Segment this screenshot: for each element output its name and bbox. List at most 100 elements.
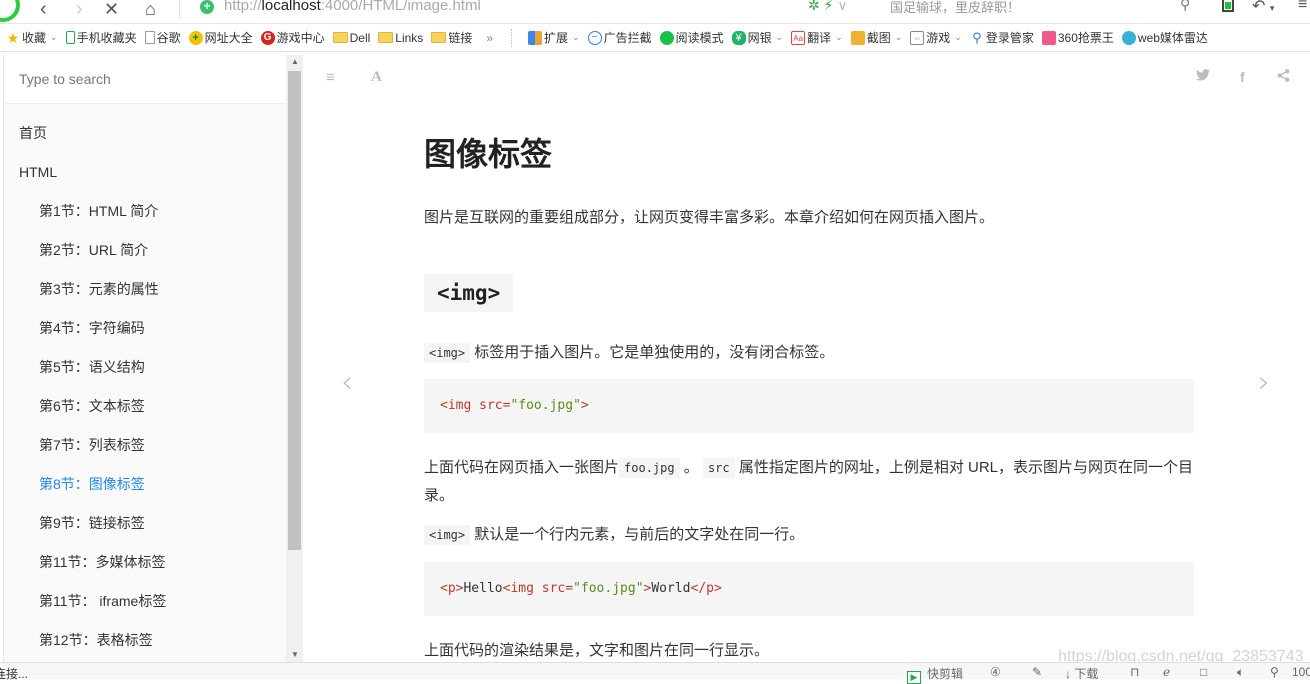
- bookmark-mobile[interactable]: 手机收藏夹: [65, 29, 137, 46]
- ext-adblock[interactable]: − 广告拦截: [587, 29, 652, 46]
- ext-label: 登录管家: [985, 31, 1034, 45]
- page-title: 图像标签: [424, 136, 553, 172]
- bookmark-label: 网址大全: [204, 31, 253, 45]
- sidebar: 首页 HTML 第1节：HTML 简介 第2节：URL 简介 第3节：元素的属性…: [3, 55, 287, 662]
- volume-icon[interactable]: 🔈︎: [1237, 665, 1244, 680]
- download-button[interactable]: ↓ 下载: [1065, 665, 1098, 682]
- ext-ticket[interactable]: 360抢票王: [1041, 29, 1114, 46]
- sidebar-item-ch5[interactable]: 第5节：语义结构: [4, 348, 286, 387]
- url-prefix: http://: [224, 0, 262, 14]
- bookmark-google[interactable]: 谷歌: [144, 29, 181, 46]
- ext-label: 阅读模式: [675, 31, 724, 45]
- bookmark-label: Links: [395, 30, 424, 45]
- ext-label: 扩展: [544, 31, 569, 45]
- sidebar-item-ch11-multimedia[interactable]: 第11节：多媒体标签: [4, 543, 286, 582]
- toc-toggle-icon[interactable]: ≡: [326, 69, 335, 86]
- chevron-down-icon: ⌄: [835, 32, 843, 42]
- ext-label: 游戏: [926, 31, 951, 45]
- chevron-down-icon: ⌄: [572, 32, 580, 42]
- zoom-icon[interactable]: ⚲: [1270, 665, 1279, 679]
- search-field[interactable]: 国足输球，里皮辞职！: [890, 0, 1020, 16]
- bookmarks-bar: ★ 收藏 ⌄ 手机收藏夹 谷歌 + 网址大全 G 游戏中心 Dell Links 链接 …: [0, 24, 1310, 52]
- folder-icon: [431, 32, 447, 43]
- ext-screenshot[interactable]: 截图 ⌄: [850, 29, 902, 46]
- search-input[interactable]: [4, 55, 286, 103]
- share-icon[interactable]: [1277, 69, 1290, 87]
- prev-page-arrow-icon[interactable]: ‹: [341, 365, 353, 400]
- inline-code: <img>: [424, 525, 471, 545]
- scroll-down-arrow-icon[interactable]: ▼: [287, 648, 303, 662]
- bookmark-links[interactable]: Links: [378, 31, 423, 45]
- search-icon[interactable]: ⚲: [1180, 0, 1190, 13]
- inline-code: <img>: [424, 343, 471, 363]
- browser-logo-icon[interactable]: [0, 0, 20, 22]
- ext-extensions[interactable]: 扩展 ⌄: [528, 29, 580, 46]
- radar-icon: [1121, 30, 1136, 45]
- home-button[interactable]: ⌂: [145, 0, 156, 21]
- back-button[interactable]: ‹: [40, 0, 47, 21]
- sidebar-item-ch9[interactable]: 第9节：链接标签: [4, 504, 286, 543]
- divider: [511, 28, 513, 47]
- browser-icon[interactable]: ℯ: [1163, 665, 1170, 679]
- twitter-icon[interactable]: [1196, 69, 1210, 84]
- sidebar-item-ch8[interactable]: 第8节：图像标签: [4, 465, 286, 504]
- tools-icon[interactable]: ✎: [1032, 665, 1042, 679]
- code-tag: </p>: [690, 581, 722, 596]
- ext-label: 网银: [747, 31, 772, 45]
- url-host: localhost: [261, 0, 321, 14]
- document-icon: [144, 31, 155, 44]
- sidebar-item-ch7[interactable]: 第7节：列表标签: [4, 426, 286, 465]
- sidebar-item-ch2[interactable]: 第2节：URL 简介: [4, 231, 286, 270]
- sidebar-item-home[interactable]: 首页: [4, 114, 286, 153]
- screenshot-icon: [850, 30, 865, 45]
- window-icon[interactable]: ⊓: [1130, 665, 1139, 679]
- undo-icon[interactable]: ↶ ▾: [1252, 0, 1274, 16]
- url-field[interactable]: http://localhost:4000/HTML/image.html: [224, 0, 481, 14]
- sidebar-item-ch1[interactable]: 第1节：HTML 简介: [4, 192, 286, 231]
- speed-mode-icon[interactable]: ✲ ⚡ ∨: [808, 0, 848, 14]
- sidebar-search: [4, 55, 286, 104]
- stop-button[interactable]: ✕: [104, 0, 119, 21]
- ext-label: web媒体雷达: [1137, 31, 1208, 45]
- code-tag: <img: [502, 581, 542, 596]
- scroll-up-arrow-icon[interactable]: ▲: [287, 55, 303, 69]
- star-icon: ★: [6, 29, 20, 46]
- bookmark-directory[interactable]: + 网址大全: [188, 29, 253, 46]
- quick-clip-button[interactable]: ▶ 快剪辑: [907, 665, 963, 684]
- sidebar-item-ch11-iframe[interactable]: 第11节： iframe标签: [4, 582, 286, 621]
- bookmark-favorites[interactable]: ★ 收藏 ⌄: [6, 29, 58, 46]
- sidebar-item-ch6[interactable]: 第6节：文本标签: [4, 387, 286, 426]
- battery-icon[interactable]: [1222, 0, 1234, 12]
- security-shield-icon[interactable]: +: [200, 0, 214, 14]
- bookmarks-more-button[interactable]: »: [486, 31, 493, 45]
- bookmark-dell[interactable]: Dell: [332, 31, 370, 45]
- ext-bank[interactable]: ¥ 网银 ⌄: [731, 29, 783, 46]
- url-path: :4000/HTML/image.html: [320, 0, 481, 14]
- forward-button[interactable]: ›: [76, 0, 83, 21]
- sidebar-item-ch3[interactable]: 第3节：元素的属性: [4, 270, 286, 309]
- sidebar-item-html[interactable]: HTML: [4, 153, 286, 192]
- ext-login-manager[interactable]: ⚲ 登录管家: [970, 29, 1034, 46]
- facebook-icon[interactable]: f: [1240, 69, 1245, 85]
- ext-game[interactable]: ◦◦ 游戏 ⌄: [910, 29, 962, 46]
- sidebar-item-ch12[interactable]: 第12节：表格标签: [4, 621, 286, 660]
- font-settings-icon[interactable]: A: [371, 69, 382, 86]
- code-text: Hello: [463, 581, 503, 596]
- restore-icon[interactable]: □: [1200, 665, 1207, 679]
- accelerate-icon[interactable]: ④: [990, 665, 1001, 679]
- sidebar-item-ch4[interactable]: 第4节：字符编码: [4, 309, 286, 348]
- paragraph: <img> 默认是一个行内元素，与前后的文字处在同一行。: [424, 521, 1194, 549]
- adblock-icon: −: [587, 30, 602, 45]
- zoom-level[interactable]: 100%: [1292, 665, 1310, 679]
- menu-icon[interactable]: ≡: [1298, 0, 1307, 14]
- ext-reader[interactable]: 阅读模式: [659, 29, 724, 46]
- sidebar-scrollbar[interactable]: ▲ ▼: [287, 55, 303, 662]
- ext-translate[interactable]: Aa 翻译 ⌄: [791, 29, 843, 46]
- bookmark-game-center[interactable]: G 游戏中心: [260, 29, 325, 46]
- bookmark-lianjie[interactable]: 链接: [431, 29, 472, 46]
- scroll-thumb[interactable]: [288, 71, 301, 550]
- bank-icon: ¥: [731, 30, 746, 45]
- ext-media-radar[interactable]: web媒体雷达: [1121, 29, 1208, 46]
- ext-label: 广告拦截: [603, 31, 652, 45]
- next-page-arrow-icon[interactable]: ›: [1258, 365, 1270, 400]
